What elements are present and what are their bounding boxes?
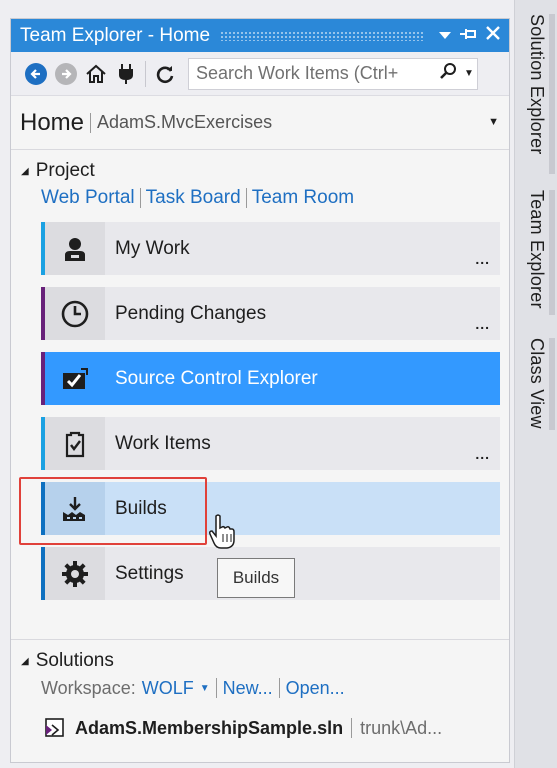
solutions-section: ◢ Solutions Workspace: WOLF ▼ New... Ope… xyxy=(11,639,509,748)
search-input[interactable]: Search Work Items (Ctrl+ ▼ xyxy=(188,57,478,90)
tile-label: Source Control Explorer xyxy=(115,367,318,389)
team-room-link[interactable]: Team Room xyxy=(252,187,354,209)
back-arrow-icon xyxy=(25,62,47,85)
home-icon xyxy=(86,64,106,83)
source-control-icon xyxy=(45,352,105,405)
tile-label: My Work xyxy=(115,237,190,259)
user-icon xyxy=(45,222,105,275)
tile-stripe xyxy=(41,547,45,600)
more-options-button[interactable]: ... xyxy=(475,316,490,332)
project-section-title: Project xyxy=(35,160,95,181)
side-tab-class-view[interactable]: Class View xyxy=(515,338,557,438)
collapse-triangle-icon[interactable]: ◢ xyxy=(21,166,29,177)
link-separator xyxy=(245,188,247,208)
toolbar: Search Work Items (Ctrl+ ▼ xyxy=(11,52,509,96)
link-separator xyxy=(278,678,280,698)
collapse-triangle-icon[interactable]: ◢ xyxy=(21,656,29,667)
plug-icon xyxy=(119,63,133,84)
link-separator xyxy=(139,188,141,208)
project-section-header[interactable]: ◢ Project xyxy=(11,158,509,184)
connect-button[interactable] xyxy=(111,59,141,89)
solution-file-icon xyxy=(45,718,64,737)
search-placeholder: Search Work Items (Ctrl+ xyxy=(196,63,399,83)
window-title: Team Explorer - Home xyxy=(20,24,211,46)
new-solution-link[interactable]: New... xyxy=(223,678,273,699)
tile-stripe xyxy=(41,287,45,340)
forward-arrow-icon xyxy=(55,62,77,85)
more-options-button[interactable]: ... xyxy=(475,446,490,462)
title-bar: Team Explorer - Home xyxy=(11,19,509,52)
side-tab-team-explorer[interactable]: Team Explorer xyxy=(515,190,557,320)
solution-path: trunk\Ad... xyxy=(360,717,443,738)
workspace-label: Workspace: xyxy=(41,677,136,698)
side-tab-indicator xyxy=(549,338,555,430)
tile-work-items[interactable]: Work Items ... xyxy=(41,417,500,470)
refresh-button[interactable] xyxy=(150,59,180,89)
side-tab-label: Class View xyxy=(527,338,547,429)
side-tab-solution-explorer[interactable]: Solution Explorer xyxy=(515,14,557,174)
tile-pending-changes[interactable]: Pending Changes ... xyxy=(41,287,500,340)
tile-label: Work Items xyxy=(115,432,211,454)
page-title: Home xyxy=(20,108,85,136)
workspace-selector[interactable]: WOLF xyxy=(142,678,194,699)
solutions-section-title: Solutions xyxy=(35,650,114,671)
web-portal-link[interactable]: Web Portal xyxy=(41,187,135,209)
builds-tooltip: Builds xyxy=(217,558,295,598)
toolbar-separator xyxy=(145,60,146,87)
side-tab-label: Solution Explorer xyxy=(527,14,547,155)
side-tab-indicator xyxy=(549,190,555,315)
close-icon[interactable] xyxy=(481,26,505,45)
project-links: Web Portal Task Board Team Room xyxy=(11,184,509,212)
home-button[interactable] xyxy=(81,59,111,89)
side-tab-strip: Solution Explorer Team Explorer Class Vi… xyxy=(514,0,557,768)
forward-button[interactable] xyxy=(51,59,81,89)
project-name: AdamS.MvcExercises xyxy=(97,112,273,132)
tile-stripe xyxy=(41,352,45,405)
gear-icon xyxy=(45,547,105,600)
clock-icon xyxy=(45,287,105,340)
tile-stripe xyxy=(41,222,45,275)
tile-my-work[interactable]: My Work ... xyxy=(41,222,500,275)
link-separator xyxy=(215,678,217,698)
side-tab-indicator xyxy=(549,14,555,174)
workspace-chevron-down-icon[interactable]: ▼ xyxy=(200,683,210,694)
team-explorer-panel: Team Explorer - Home Search Work Items (… xyxy=(10,18,510,763)
tile-label: Pending Changes xyxy=(115,302,267,324)
refresh-icon xyxy=(156,65,174,83)
divider xyxy=(11,639,509,640)
title-drag-grip[interactable] xyxy=(220,30,423,41)
pin-icon[interactable] xyxy=(457,27,481,45)
highlight-annotation-box xyxy=(19,477,207,545)
page-header: Home AdamS.MvcExercises ▼ xyxy=(11,96,509,149)
solution-separator xyxy=(351,718,353,738)
search-icon[interactable] xyxy=(435,62,461,85)
dropdown-icon[interactable] xyxy=(433,27,457,45)
tile-source-control-explorer[interactable]: Source Control Explorer xyxy=(41,352,500,405)
tile-stripe xyxy=(41,417,45,470)
workspace-row: Workspace: WOLF ▼ New... Open... xyxy=(11,674,509,702)
clipboard-check-icon xyxy=(45,417,105,470)
tile-label: Settings xyxy=(115,562,184,584)
back-button[interactable] xyxy=(21,59,51,89)
hand-cursor-icon xyxy=(209,514,235,549)
task-board-link[interactable]: Task Board xyxy=(146,187,241,209)
navigate-dropdown-icon[interactable]: ▼ xyxy=(488,116,499,128)
solution-list-item[interactable]: AdamS.MembershipSample.sln trunk\Ad... xyxy=(11,708,509,748)
search-options-chevron-icon[interactable]: ▼ xyxy=(461,68,477,79)
more-options-button[interactable]: ... xyxy=(475,251,490,267)
open-solution-link[interactable]: Open... xyxy=(286,678,345,699)
solution-name: AdamS.MembershipSample.sln xyxy=(75,717,344,738)
solutions-section-header[interactable]: ◢ Solutions xyxy=(11,648,509,674)
side-tab-label: Team Explorer xyxy=(527,190,547,309)
header-separator xyxy=(90,112,92,133)
